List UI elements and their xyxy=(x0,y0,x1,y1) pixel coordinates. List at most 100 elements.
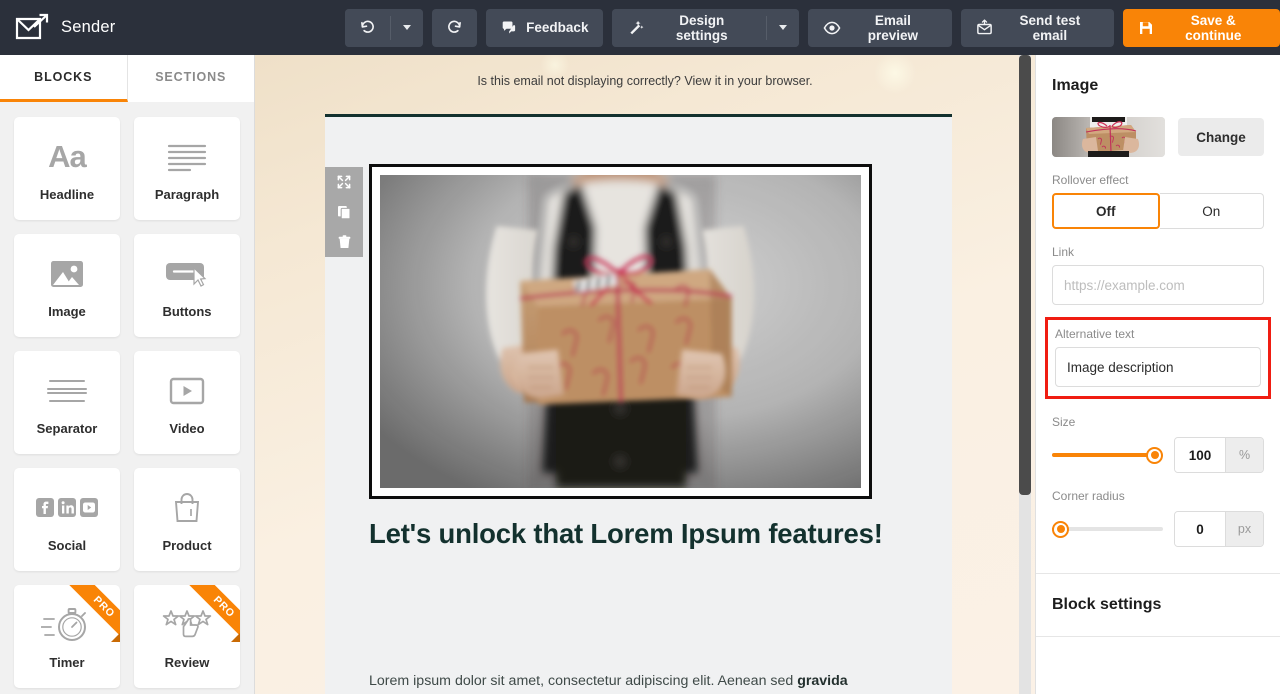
chevron-down-icon xyxy=(402,25,411,30)
video-play-icon xyxy=(168,370,206,412)
separator-icon xyxy=(46,370,88,412)
properties-panel: Image Change Rollover effect Off On Link… xyxy=(1035,55,1280,694)
slider-knob[interactable] xyxy=(1146,446,1163,464)
email-canvas[interactable]: Is this email not displaying correctly? … xyxy=(255,55,1035,694)
rollover-effect-label: Rollover effect xyxy=(1052,173,1129,187)
size-control: 100 % xyxy=(1052,437,1264,473)
email-body: Let's unlock that Lorem Ipsum features! … xyxy=(325,114,952,694)
slider-fill xyxy=(1052,453,1154,457)
corner-radius-label: Corner radius xyxy=(1052,489,1125,503)
body-part-1: Lorem ipsum dolor sit amet, consectetur … xyxy=(369,673,798,689)
block-headline[interactable]: Aa Headline xyxy=(14,117,120,220)
brand-name: Sender xyxy=(61,18,116,36)
move-icon[interactable] xyxy=(325,167,363,197)
block-settings-header[interactable]: Block settings xyxy=(1036,574,1280,636)
preheader-text[interactable]: Is this email not displaying correctly? … xyxy=(255,74,1035,88)
redo-button[interactable] xyxy=(431,8,478,47)
design-settings-button[interactable]: Design settings xyxy=(612,8,767,47)
magic-wand-icon xyxy=(627,19,644,36)
rollover-effect-toggle: Off On xyxy=(1052,193,1264,229)
image-thumbnail[interactable] xyxy=(1052,117,1165,157)
delete-icon[interactable] xyxy=(325,227,363,257)
block-label: Social xyxy=(47,537,87,553)
block-image[interactable]: Image xyxy=(14,234,120,337)
duplicate-icon[interactable] xyxy=(325,197,363,227)
scrollbar-thumb[interactable] xyxy=(1019,55,1031,495)
feedback-button[interactable]: Feedback xyxy=(486,8,604,47)
shopping-bag-icon xyxy=(170,487,204,529)
block-label: Review xyxy=(164,654,210,670)
block-timer[interactable]: Timer PRO xyxy=(14,585,120,688)
email-headline[interactable]: Let's unlock that Lorem Ipsum features! xyxy=(369,513,889,555)
redo-icon xyxy=(446,19,463,36)
toolbar-buttons: Feedback Design settings Email preview S… xyxy=(344,8,1280,47)
design-settings-dropdown-button[interactable] xyxy=(767,8,799,47)
block-product[interactable]: Product xyxy=(134,468,240,571)
undo-button[interactable] xyxy=(344,8,391,47)
email-preview-label: Email preview xyxy=(867,12,918,43)
block-label: Product xyxy=(162,537,212,553)
social-icons xyxy=(36,487,98,529)
block-label: Paragraph xyxy=(154,186,220,202)
email-builder-app: Sender Feedback Design settings Email pr… xyxy=(0,0,1280,694)
size-slider[interactable] xyxy=(1052,445,1163,465)
block-toolbar xyxy=(325,167,363,257)
sidebar-tabs: BLOCKS SECTIONS xyxy=(0,55,254,102)
image-block[interactable] xyxy=(369,164,872,499)
undo-dropdown-button[interactable] xyxy=(391,8,423,47)
size-numberbox[interactable]: 100 % xyxy=(1174,437,1264,473)
save-and-continue-button[interactable]: Save & continue xyxy=(1122,8,1280,47)
block-grid: Aa Headline Paragraph Image Buttons Sepa… xyxy=(0,102,254,694)
block-social[interactable]: Social xyxy=(14,468,120,571)
chevron-down-icon xyxy=(778,25,787,30)
stars-rating-icon xyxy=(160,604,214,646)
block-paragraph[interactable]: Paragraph xyxy=(134,117,240,220)
undo-icon xyxy=(359,19,376,36)
eye-icon xyxy=(823,19,841,37)
email-preview-button[interactable]: Email preview xyxy=(807,8,953,47)
gift-photo xyxy=(380,175,861,488)
corner-radius-value[interactable]: 0 xyxy=(1175,512,1225,546)
button-cursor-icon xyxy=(164,253,210,295)
send-test-icon xyxy=(976,19,993,36)
image-icon xyxy=(49,253,85,295)
alternative-text-input[interactable] xyxy=(1055,347,1261,387)
tab-blocks[interactable]: BLOCKS xyxy=(0,55,128,102)
left-sidebar: BLOCKS SECTIONS Aa Headline Paragraph Im… xyxy=(0,55,255,694)
top-toolbar: Sender Feedback Design settings Email pr… xyxy=(0,0,1280,55)
size-label: Size xyxy=(1052,415,1076,429)
text-aa-icon: Aa xyxy=(48,138,87,174)
rollover-on-option[interactable]: On xyxy=(1159,193,1264,229)
thumbnail-row: Change xyxy=(1052,117,1264,157)
corner-radius-slider[interactable] xyxy=(1052,519,1163,539)
image-source-section: Change Rollover effect Off On Link Alter… xyxy=(1036,117,1280,547)
save-disk-icon xyxy=(1138,20,1154,36)
alternative-text-label: Alternative text xyxy=(1055,327,1135,341)
corner-radius-control: 0 px xyxy=(1052,511,1264,547)
link-input[interactable] xyxy=(1052,265,1264,305)
stopwatch-icon xyxy=(41,604,93,646)
design-settings-label: Design settings xyxy=(675,12,728,43)
undo-group xyxy=(344,8,423,47)
size-value[interactable]: 100 xyxy=(1175,438,1225,472)
block-label: Separator xyxy=(36,420,98,436)
corner-radius-numberbox[interactable]: 0 px xyxy=(1174,511,1264,547)
feedback-label: Feedback xyxy=(526,20,589,35)
tab-sections[interactable]: SECTIONS xyxy=(127,55,254,102)
change-image-button[interactable]: Change xyxy=(1178,118,1264,156)
canvas-scrollbar[interactable] xyxy=(1019,55,1031,694)
block-video[interactable]: Video xyxy=(134,351,240,454)
email-body-text[interactable]: Lorem ipsum dolor sit amet, consectetur … xyxy=(369,669,889,694)
block-review[interactable]: Review PRO xyxy=(134,585,240,688)
rollover-off-option[interactable]: Off xyxy=(1052,193,1160,229)
block-separator[interactable]: Separator xyxy=(14,351,120,454)
block-buttons[interactable]: Buttons xyxy=(134,234,240,337)
link-label: Link xyxy=(1052,245,1075,259)
send-test-email-button[interactable]: Send test email xyxy=(961,8,1114,47)
corner-radius-unit: px xyxy=(1225,512,1263,546)
slider-knob[interactable] xyxy=(1052,520,1069,538)
chat-bubbles-icon xyxy=(501,19,518,36)
sender-logo-icon xyxy=(14,13,50,43)
design-settings-group: Design settings xyxy=(612,8,799,47)
divider xyxy=(1036,636,1280,637)
